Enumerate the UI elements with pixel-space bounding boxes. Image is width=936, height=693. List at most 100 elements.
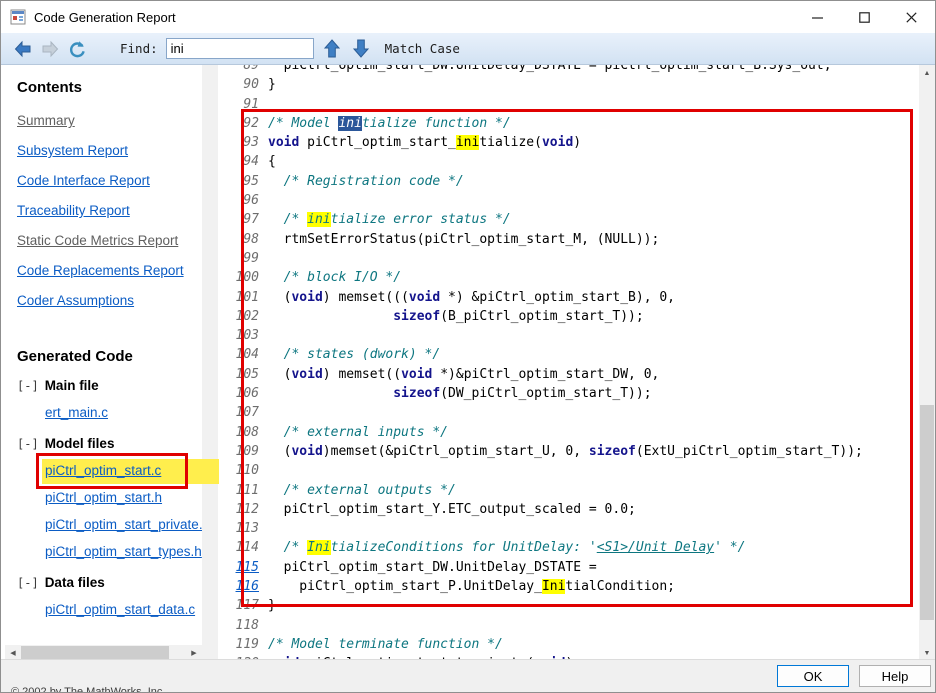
collapse-toggle-icon[interactable]: [-]	[17, 576, 39, 590]
code-segment: sizeof	[589, 444, 636, 459]
find-previous-button[interactable]	[321, 38, 343, 60]
line-number: 117	[221, 596, 259, 615]
contents-link[interactable]: Code Interface Report	[17, 173, 202, 189]
code-text: piCtrl_optim_start_P.UnitDelay_InitialCo…	[268, 579, 675, 594]
contents-link[interactable]: Summary	[17, 113, 202, 129]
code-text: /* external inputs */	[268, 425, 448, 440]
sidebar-vertical-scrollbar[interactable]	[202, 65, 218, 645]
tree-file-row: piCtrl_optim_start_data.c	[45, 602, 202, 618]
code-line: 91	[221, 95, 921, 114]
line-number: 109	[221, 442, 259, 461]
tree-group-label: Data files	[45, 575, 105, 590]
line-number-link[interactable]: 115	[221, 558, 259, 577]
contents-link[interactable]: Traceability Report	[17, 203, 202, 219]
code-line: 96	[221, 191, 921, 210]
code-text: /* InitializeConditions for UnitDelay: '…	[268, 540, 745, 555]
line-number: 99	[221, 249, 259, 268]
contents-link[interactable]: Coder Assumptions	[17, 293, 202, 309]
code-segment: /* block I/O */	[268, 270, 401, 285]
collapse-toggle-icon[interactable]: [-]	[17, 379, 39, 393]
code-text: (void) memset((void *)&piCtrl_optim_star…	[268, 367, 659, 382]
minimize-button[interactable]	[794, 1, 841, 33]
vertical-scrollbar[interactable]: ▲ ▼	[919, 65, 935, 661]
file-link[interactable]: ert_main.c	[45, 405, 108, 420]
tree-file-row: piCtrl_optim_start.h	[45, 490, 202, 506]
code-segment: rtmSetErrorStatus(piCtrl_optim_start_M, …	[268, 232, 659, 247]
file-link[interactable]: piCtrl_optim_start_types.h	[45, 544, 202, 559]
code-line: 89 piCtrl_optim_start_DW.UnitDelay_DSTAT…	[221, 65, 921, 75]
line-number: 118	[221, 616, 259, 635]
line-number: 111	[221, 481, 259, 500]
file-link[interactable]: piCtrl_optim_start_data.c	[45, 602, 195, 617]
line-number: 93	[221, 133, 259, 152]
code-segment: (	[268, 290, 291, 305]
code-segment: (	[268, 444, 291, 459]
code-segment: sizeof	[393, 386, 440, 401]
close-button[interactable]	[888, 1, 935, 33]
file-link[interactable]: piCtrl_optim_start.c	[45, 463, 161, 478]
match-case-toggle[interactable]: Match Case	[385, 41, 460, 56]
contents-link[interactable]: Static Code Metrics Report	[17, 233, 202, 249]
code-segment: }	[268, 77, 276, 92]
code-segment: piCtrl_optim_start_Y.ETC_output_scaled =…	[268, 502, 636, 517]
generated-code-heading: Generated Code	[17, 348, 202, 366]
code-line: 114 /* InitializeConditions for UnitDela…	[221, 538, 921, 557]
line-number: 98	[221, 230, 259, 249]
code-segment: ) memset((	[323, 367, 401, 382]
line-number: 89	[221, 65, 259, 75]
line-number-link[interactable]: 116	[221, 577, 259, 596]
line-number: 114	[221, 538, 259, 557]
refresh-button[interactable]	[65, 37, 89, 61]
tree-group-label: Model files	[45, 436, 115, 451]
find-label: Find:	[120, 41, 158, 56]
code-line: 99	[221, 249, 921, 268]
contents-link[interactable]: Subsystem Report	[17, 143, 202, 159]
contents-link[interactable]: Code Replacements Report	[17, 263, 202, 279]
code-line: 112 piCtrl_optim_start_Y.ETC_output_scal…	[221, 500, 921, 519]
find-input[interactable]	[166, 38, 314, 59]
code-line: 97 /* initialize error status */	[221, 210, 921, 229]
vscroll-thumb[interactable]	[920, 405, 934, 620]
collapse-toggle-icon[interactable]: [-]	[17, 437, 39, 451]
line-number: 110	[221, 461, 259, 480]
scroll-up-arrow-icon[interactable]: ▲	[919, 65, 935, 81]
code-segment: ' */	[714, 540, 745, 555]
window-controls	[794, 1, 935, 33]
code-segment: /* Registration code */	[268, 174, 464, 189]
contents-links: Summary Subsystem Report Code Interface Re…	[17, 113, 202, 309]
back-button[interactable]	[11, 37, 35, 61]
line-number: 97	[221, 210, 259, 229]
code-text: {	[268, 154, 276, 169]
line-number: 105	[221, 365, 259, 384]
sidebar-hscroll-thumb[interactable]	[21, 646, 169, 660]
code-text: /* external outputs */	[268, 483, 456, 498]
code-segment: /* Model	[268, 116, 338, 131]
line-number: 91	[221, 95, 259, 114]
line-number: 113	[221, 519, 259, 538]
code-text: piCtrl_optim_start_DW.UnitDelay_DSTATE =…	[268, 65, 832, 73]
code-segment: sizeof	[393, 309, 440, 324]
forward-button[interactable]	[38, 37, 62, 61]
code-text: rtmSetErrorStatus(piCtrl_optim_start_M, …	[268, 232, 659, 247]
code-line: 104 /* states (dwork) */	[221, 345, 921, 364]
line-number: 112	[221, 500, 259, 519]
search-match: Ini	[307, 540, 330, 555]
ok-button[interactable]: OK	[777, 665, 849, 687]
code-line: 116 piCtrl_optim_start_P.UnitDelay_Initi…	[221, 577, 921, 596]
code-segment: /* states (dwork) */	[268, 347, 440, 362]
maximize-button[interactable]	[841, 1, 888, 33]
file-link[interactable]: piCtrl_optim_start.h	[45, 490, 162, 505]
code-segment: {	[268, 154, 276, 169]
line-number: 107	[221, 403, 259, 422]
code-trace-link[interactable]: <S1>/Unit Delay	[597, 540, 714, 555]
code-text: (void) memset(((void *) &piCtrl_optim_st…	[268, 290, 675, 305]
code-line: 102 sizeof(B_piCtrl_optim_start_T));	[221, 307, 921, 326]
code-segment: tialCondition;	[565, 579, 675, 594]
file-link[interactable]: piCtrl_optim_start_private.h	[45, 517, 202, 532]
code-line: 109 (void)memset(&piCtrl_optim_start_U, …	[221, 442, 921, 461]
code-segment: void	[401, 367, 432, 382]
code-text: }	[268, 77, 276, 92]
code-text: (void)memset(&piCtrl_optim_start_U, 0, s…	[268, 444, 863, 459]
help-button[interactable]: Help	[859, 665, 931, 687]
find-next-button[interactable]	[350, 38, 372, 60]
